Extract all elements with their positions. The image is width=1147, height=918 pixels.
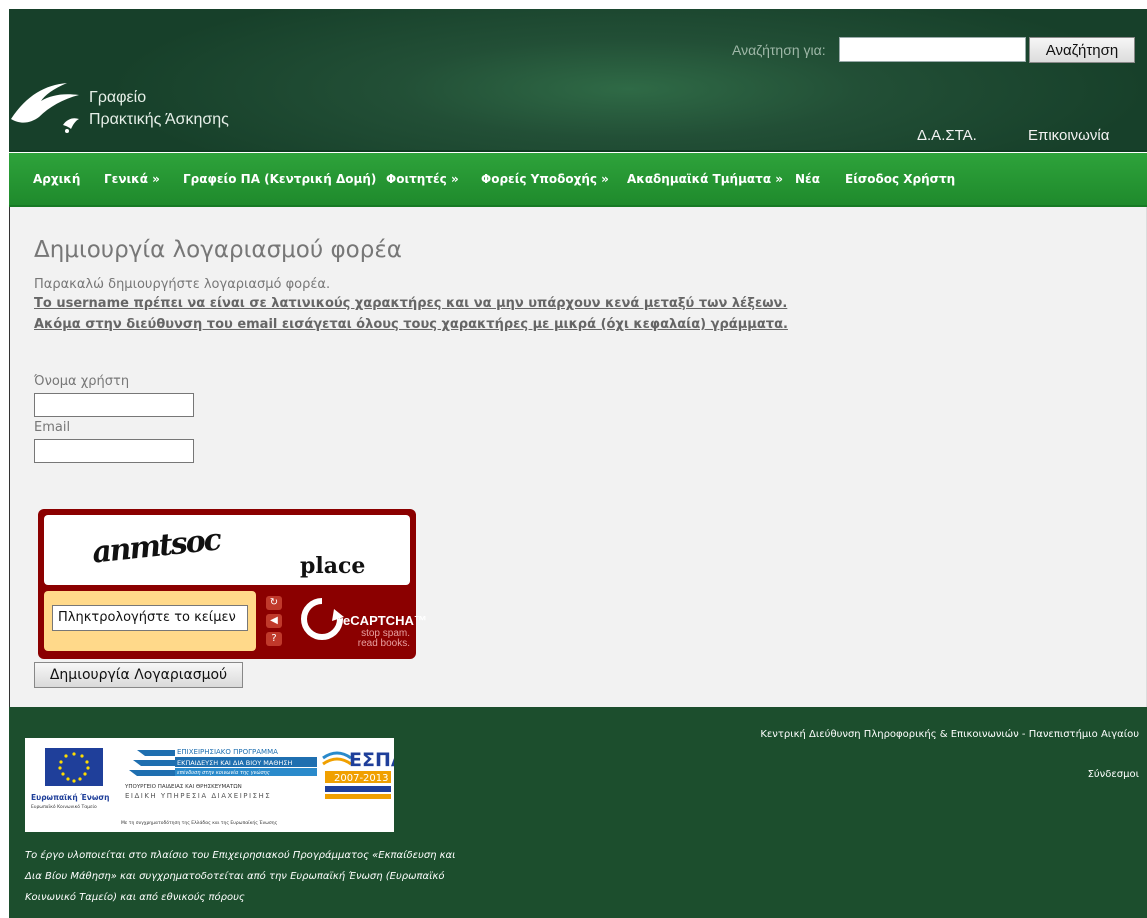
recaptcha-brand: reCAPTCHA™ <box>338 613 427 628</box>
svg-text:ΥΠΟΥΡΓΕΙΟ ΠΑΙΔΕΙΑΣ ΚΑΙ ΘΡΗΣΚΕΥ: ΥΠΟΥΡΓΕΙΟ ΠΑΙΔΕΙΑΣ ΚΑΙ ΘΡΗΣΚΕΥΜΑΤΩΝ <box>124 784 242 790</box>
recaptcha-widget: anmtsoc place Πληκτρολογήστε το κείμεν ↻… <box>38 509 427 659</box>
nav-item-office[interactable]: Γραφείο ΠΑ (Κεντρική Δομή) <box>183 172 376 186</box>
svg-text:Ευρωπαϊκό Κοινωνικό Ταμείο: Ευρωπαϊκό Κοινωνικό Ταμείο <box>31 803 97 810</box>
svg-text:ΕΣΠΑ: ΕΣΠΑ <box>349 749 394 771</box>
nav-item-login[interactable]: Είσοδος Χρήστη <box>845 172 955 186</box>
search-label: Αναζήτηση για: <box>732 42 826 58</box>
email-label: Email <box>34 420 71 435</box>
svg-text:ΕΠΙΧΕΙΡΗΣΙΑΚΟ ΠΡΟΓΡΑΜΜΑ: ΕΠΙΧΕΙΡΗΣΙΑΚΟ ΠΡΟΓΡΑΜΜΑ <box>177 748 278 756</box>
help-icon[interactable]: ? <box>266 632 282 646</box>
create-account-button[interactable]: Δημιουργία Λογαριασμού <box>34 662 243 688</box>
site-name-line1: Γραφείο <box>89 89 147 106</box>
username-label: Όνομα χρήστη <box>34 374 130 389</box>
svg-text:επένδυση στην κοινωνία της γνώ: επένδυση στην κοινωνία της γνώσης <box>177 769 270 776</box>
username-input[interactable] <box>34 393 194 417</box>
svg-text:Ευρωπαϊκή Ένωση: Ευρωπαϊκή Ένωση <box>31 793 110 802</box>
footer-funding-note: Το έργο υλοποιείται στο πλαίσιο του Επιχ… <box>25 850 456 903</box>
username-rule: Το username πρέπει να είναι σε λατινικού… <box>34 296 788 311</box>
page-title: Δημιουργία λογαριασμού φορέα <box>34 237 402 263</box>
espa-banner: Ευρωπαϊκή Ένωση Ευρωπαϊκό Κοινωνικό Ταμε… <box>25 738 394 832</box>
search-button[interactable]: Αναζήτηση <box>1029 37 1135 63</box>
captcha-response-input[interactable]: Πληκτρολογήστε το κείμεν <box>52 605 248 631</box>
recaptcha-tagline-2: read books. <box>357 638 410 649</box>
nav-item-home[interactable]: Αρχική <box>33 172 80 186</box>
captcha-word-1: anmtsoc <box>90 522 222 571</box>
nav-item-news[interactable]: Νέα <box>795 172 820 186</box>
svg-text:Με τη συγχρηματοδότηση της Ελλ: Με τη συγχρηματοδότηση της Ελλάδας και τ… <box>121 819 278 826</box>
nav-item-students[interactable]: Φοιτητές » <box>386 172 459 186</box>
page: Αναζήτηση για: Αναζήτηση Γραφείο Πρακτικ… <box>9 9 1147 918</box>
nav-item-hosts[interactable]: Φορείς Υποδοχής » <box>481 172 609 186</box>
captcha-word-2: place <box>300 553 366 579</box>
swallow-logo-icon[interactable] <box>9 81 89 141</box>
recaptcha-tagline: stop spam. read books. <box>338 629 410 649</box>
audio-icon[interactable]: ◀ <box>266 614 282 628</box>
svg-text:2007-2013: 2007-2013 <box>334 773 389 784</box>
captcha-input-area: Πληκτρολογήστε το κείμεν <box>44 591 256 651</box>
svg-text:ΕΚΠΑΙΔΕΥΣΗ ΚΑΙ ΔΙΑ ΒΙΟΥ ΜΑΘΗΣΗ: ΕΚΠΑΙΔΕΥΣΗ ΚΑΙ ΔΙΑ ΒΙΟΥ ΜΑΘΗΣΗ <box>177 759 292 767</box>
email-rule: Ακόμα στην διεύθυνση του email εισάγεται… <box>34 317 788 332</box>
refresh-icon[interactable]: ↻ <box>266 596 282 610</box>
nav-item-departments[interactable]: Ακαδημαϊκά Τμήματα » <box>627 172 783 186</box>
top-link-dasta[interactable]: Δ.Α.ΣΤΑ. <box>917 127 977 144</box>
top-link-contact[interactable]: Επικοινωνία <box>1028 127 1109 144</box>
footer-credit[interactable]: Κεντρική Διεύθυνση Πληροφορικής & Επικοι… <box>760 729 1139 740</box>
site-name-line2: Πρακτικής Άσκησης <box>89 111 229 128</box>
site-name[interactable]: Γραφείο Πρακτικής Άσκησης <box>89 87 229 131</box>
site-footer: Κεντρική Διεύθυνση Πληροφορικής & Επικοι… <box>9 707 1147 918</box>
nav-item-general[interactable]: Γενικά » <box>104 172 160 186</box>
site-header: Αναζήτηση για: Αναζήτηση Γραφείο Πρακτικ… <box>9 9 1147 152</box>
search-input[interactable] <box>839 37 1026 62</box>
intro-text: Παρακαλώ δημιουργήστε λογαριασμό φορέα. <box>34 277 331 292</box>
captcha-image: anmtsoc place <box>44 515 410 585</box>
footer-links[interactable]: Σύνδεσμοι <box>1088 769 1139 780</box>
svg-text:ΕΙΔΙΚΗ ΥΠΗΡΕΣΙΑ ΔΙΑΧΕΙΡΙΣΗΣ: ΕΙΔΙΚΗ ΥΠΗΡΕΣΙΑ ΔΙΑΧΕΙΡΙΣΗΣ <box>125 792 271 800</box>
main-navigation: Αρχική Γενικά » Γραφείο ΠΑ (Κεντρική Δομ… <box>9 153 1147 207</box>
main-content: Δημιουργία λογαριασμού φορέα Παρακαλώ δη… <box>9 207 1147 707</box>
email-input[interactable] <box>34 439 194 463</box>
